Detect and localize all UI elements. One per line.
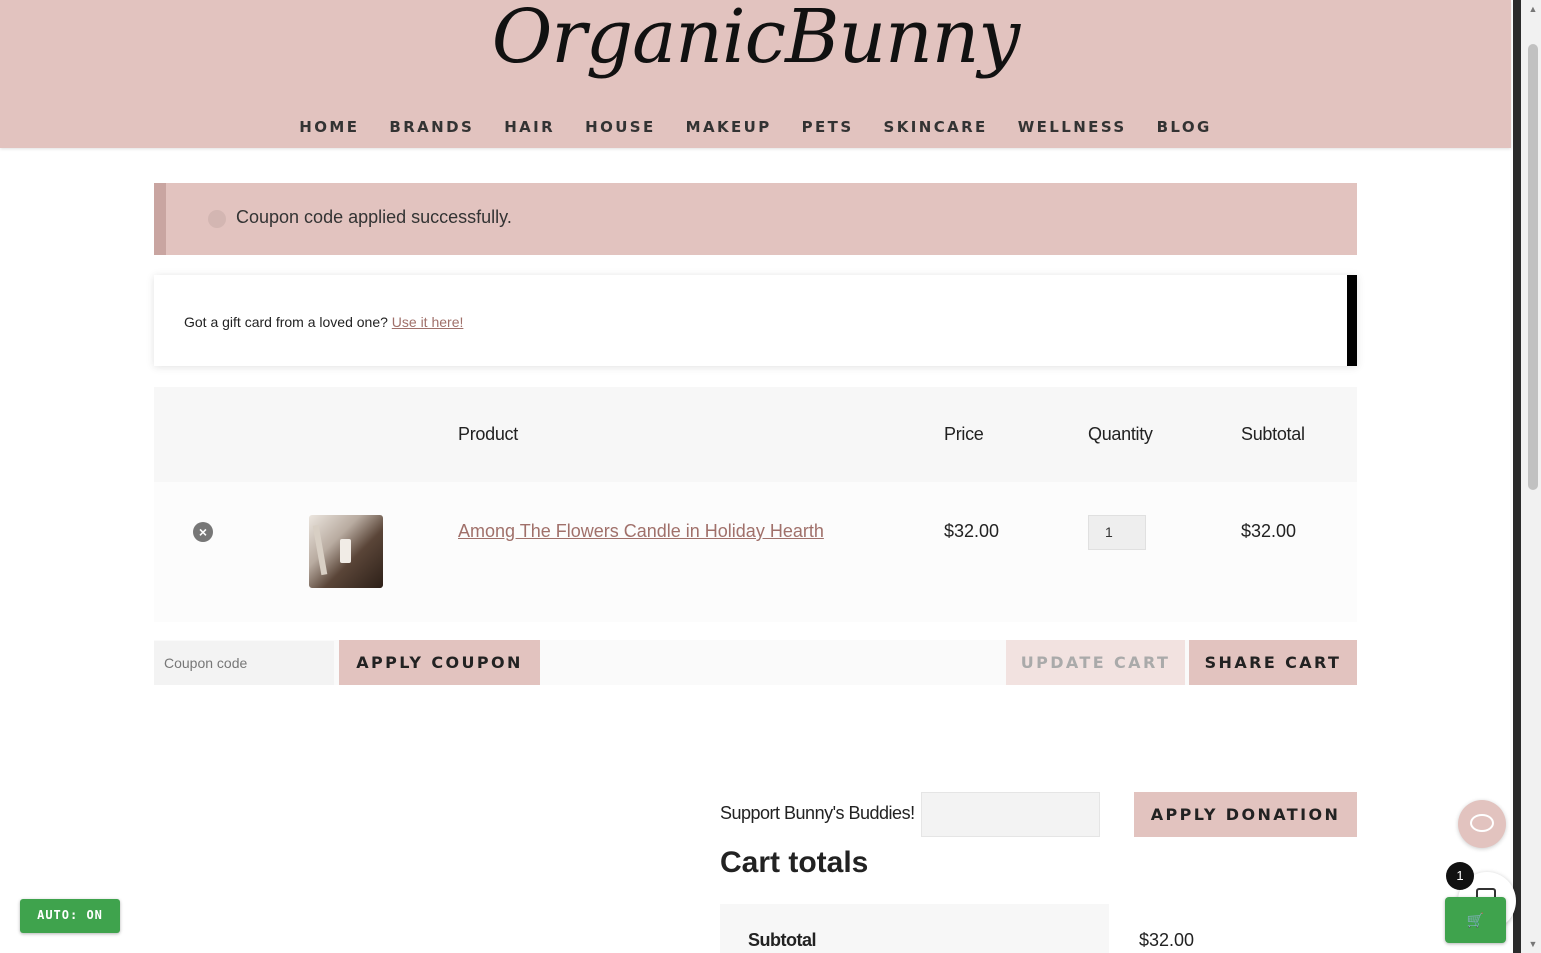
nav-home[interactable]: HOME (299, 118, 359, 136)
chat-bubble-icon (1470, 814, 1494, 832)
cart-icon-button[interactable]: 🛒 (1445, 897, 1506, 943)
cart-table-header: Product Price Quantity Subtotal (154, 387, 1357, 482)
gift-card-text: Got a gift card from a loved one? Use it… (184, 314, 463, 330)
product-name-link[interactable]: Among The Flowers Candle in Holiday Hear… (458, 521, 824, 542)
nav-pets[interactable]: PETS (802, 118, 854, 136)
column-price: Price (944, 424, 984, 444)
column-product: Product (458, 424, 518, 444)
site-logo[interactable]: OrganicBunny (0, 0, 1511, 92)
scroll-up-icon[interactable]: ▲ (1526, 2, 1540, 16)
apply-coupon-button[interactable]: APPLY COUPON (339, 640, 540, 685)
remove-item-icon[interactable]: × (193, 522, 213, 542)
cart-item-row: × Among The Flowers Candle in Holiday He… (154, 482, 1357, 622)
gift-card-banner: Got a gift card from a loved one? Use it… (154, 275, 1357, 366)
chat-button[interactable] (1458, 800, 1506, 848)
nav-skincare[interactable]: SKINCARE (884, 118, 988, 136)
donation-label: Support Bunny's Buddies! (720, 803, 915, 823)
scrollbar-thumb[interactable] (1528, 44, 1538, 490)
site-header: OrganicBunny HOME BRANDS HAIR HOUSE MAKEUP PE… (0, 0, 1511, 148)
totals-subtotal-label: Subtotal (748, 930, 817, 950)
item-subtotal: $32.00 (1241, 521, 1297, 541)
item-price: $32.00 (944, 521, 1000, 541)
notice-message: Coupon code applied successfully. (236, 207, 512, 227)
scroll-down-icon[interactable]: ▼ (1526, 937, 1540, 951)
nav-house[interactable]: HOUSE (585, 118, 656, 136)
coupon-success-notice: Coupon code applied successfully. (154, 183, 1357, 255)
nav-hair[interactable]: HAIR (504, 118, 555, 136)
coupon-code-input[interactable]: Coupon code (154, 641, 334, 685)
quantity-input[interactable]: 1 (1088, 515, 1146, 550)
auto-mode-badge[interactable]: AUTO: ON (20, 899, 120, 933)
nav-wellness[interactable]: WELLNESS (1018, 118, 1127, 136)
totals-subtotal-row: Subtotal (720, 904, 1109, 953)
nav-brands[interactable]: BRANDS (389, 118, 474, 136)
notice-check-icon (208, 210, 226, 228)
gift-card-prompt: Got a gift card from a loved one? (184, 314, 392, 330)
cart-totals-title: Cart totals (720, 846, 869, 879)
apply-donation-button[interactable]: APPLY DONATION (1134, 792, 1357, 837)
column-quantity: Quantity (1088, 424, 1153, 444)
update-cart-button[interactable]: UPDATE CART (1006, 640, 1185, 685)
gift-card-link[interactable]: Use it here! (392, 314, 464, 330)
nav-makeup[interactable]: MAKEUP (686, 118, 772, 136)
product-thumbnail[interactable] (309, 515, 383, 588)
nav-blog[interactable]: BLOG (1157, 118, 1212, 136)
page-edge (1513, 0, 1521, 953)
totals-subtotal-value: $32.00 (1139, 930, 1195, 950)
main-nav: HOME BRANDS HAIR HOUSE MAKEUP PETS SKINCARE WEL… (0, 118, 1511, 137)
share-cart-button[interactable]: SHARE CART (1189, 640, 1357, 685)
column-subtotal: Subtotal (1241, 424, 1305, 444)
donation-input[interactable] (921, 792, 1100, 837)
cart-count-badge: 1 (1446, 862, 1474, 890)
